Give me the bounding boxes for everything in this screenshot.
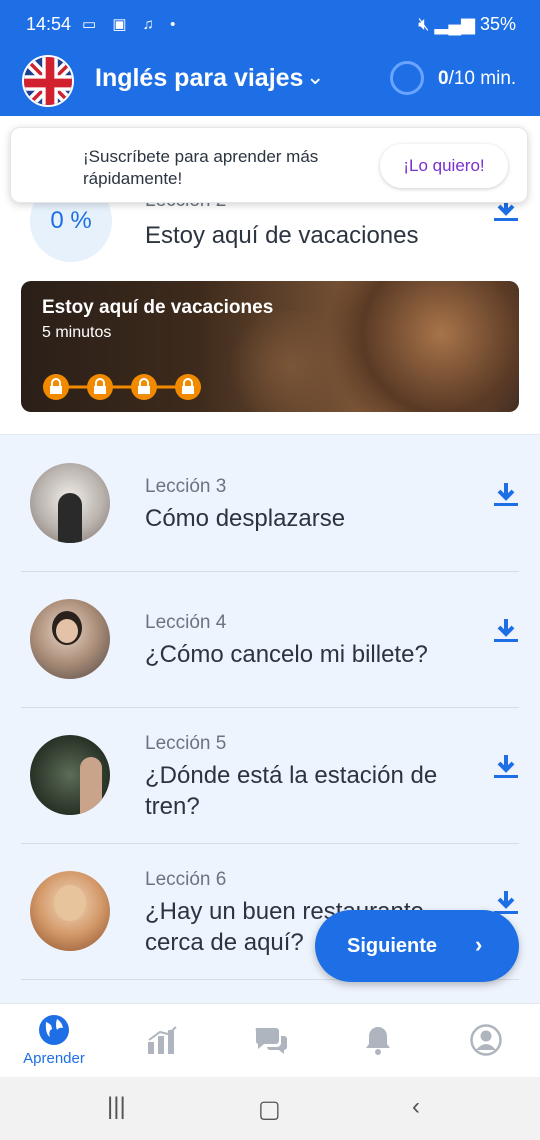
next-button[interactable]: Siguiente › — [315, 910, 519, 982]
lesson-row[interactable]: Lección 4 ¿Cómo cancelo mi billete? — [21, 571, 519, 708]
daily-goal-ring — [390, 61, 424, 95]
lesson-row[interactable]: Lección 3 Cómo desplazarse — [21, 435, 519, 572]
nav-stats[interactable] — [108, 1004, 216, 1078]
back-icon[interactable]: ‹ — [412, 1093, 420, 1121]
lesson-row[interactable]: Lección 5 ¿Dónde está la estación de tre… — [21, 707, 519, 844]
lesson-number: Lección 4 — [145, 612, 227, 633]
daily-minutes: 0/10 min. — [438, 68, 517, 89]
app-header: Inglés para viajes ⌄ 0/10 min. — [0, 52, 540, 116]
system-nav-bar: ||| ▢ ‹ — [0, 1077, 540, 1140]
nav-notifications[interactable] — [324, 1004, 432, 1078]
chevron-right-icon: › — [475, 932, 483, 957]
banner-duration: 5 minutos — [42, 324, 112, 341]
lock-icon — [87, 374, 113, 400]
lesson-title: ¿Cómo cancelo mi billete? — [145, 641, 428, 668]
lesson-thumbnail — [30, 735, 110, 815]
status-bar: 14:54 ▭ ▣ ♫ • 🔇︎ ▂▄▆ 35% — [0, 0, 540, 52]
lesson-banner[interactable]: Estoy aquí de vacaciones 5 minutos — [21, 281, 519, 412]
lock-icon — [131, 374, 157, 400]
stats-icon — [148, 1026, 177, 1054]
lesson-title: ¿Dónde está la estación de tren? — [145, 762, 438, 820]
banner-title: Estoy aquí de vacaciones — [42, 297, 274, 318]
download-icon[interactable] — [493, 481, 519, 509]
lock-icon — [43, 374, 69, 400]
home-icon[interactable]: ▢ — [258, 1095, 281, 1124]
nav-chat[interactable] — [216, 1004, 324, 1078]
chevron-down-icon[interactable]: ⌄ — [306, 64, 324, 90]
lock-icon — [175, 374, 201, 400]
lesson-title[interactable]: Estoy aquí de vacaciones — [145, 222, 419, 250]
nav-profile[interactable] — [432, 1004, 540, 1078]
signal-icon: ▂▄▆ — [434, 14, 475, 34]
subscribe-button[interactable]: ¡Lo quiero! — [380, 144, 508, 188]
download-icon[interactable] — [493, 617, 519, 645]
recent-apps-icon[interactable]: ||| — [107, 1093, 126, 1121]
subscribe-text: ¡Suscríbete para aprender más rápidament… — [83, 147, 319, 188]
uk-flag-icon[interactable] — [22, 55, 74, 107]
nav-learn[interactable]: Aprender — [0, 1004, 108, 1078]
bottom-nav: Aprender — [0, 1003, 540, 1078]
chat-icon — [255, 1028, 287, 1054]
lesson-thumbnail — [30, 871, 110, 951]
lesson-thumbnail — [30, 463, 110, 543]
status-battery: 🔇︎ ▂▄▆ 35% — [418, 14, 516, 34]
nav-learn-label: Aprender — [23, 1050, 85, 1067]
status-time: 14:54 — [26, 14, 72, 34]
lesson-number: Lección 6 — [145, 869, 227, 890]
course-selector[interactable]: Inglés para viajes — [95, 64, 303, 93]
notification-icons: ▭ ▣ ♫ • — [82, 16, 182, 33]
lesson-number: Lección 3 — [145, 476, 227, 497]
bell-icon — [366, 1027, 390, 1055]
mute-icon: 🔇︎ — [418, 14, 430, 34]
download-icon[interactable] — [493, 753, 519, 781]
lesson-number: Lección 5 — [145, 733, 227, 754]
locked-steps — [43, 374, 201, 400]
profile-icon — [470, 1024, 502, 1056]
subscribe-banner: ¡Suscríbete para aprender más rápidament… — [10, 127, 528, 203]
lesson-title: Cómo desplazarse — [145, 505, 346, 532]
globe-icon — [39, 1015, 69, 1045]
lesson-thumbnail — [30, 599, 110, 679]
